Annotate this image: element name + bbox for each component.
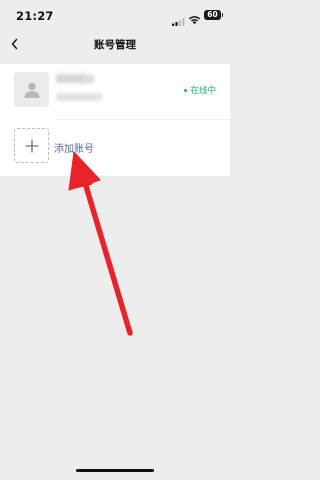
person-icon <box>24 82 39 98</box>
page-title: 账号管理 <box>94 39 136 51</box>
nav-bar: 账号管理 <box>0 30 230 58</box>
home-indicator[interactable] <box>76 469 154 472</box>
add-account-label: 添加账号 <box>54 144 94 155</box>
account-item[interactable]: 在线中 <box>0 64 230 119</box>
wifi-icon <box>188 10 201 29</box>
status-label: 在线中 <box>190 86 216 96</box>
account-list: 在线中 添加账号 <box>0 64 230 176</box>
status-time: 21:27 <box>16 9 54 23</box>
battery-icon: 60 <box>204 10 223 20</box>
plus-icon <box>24 138 39 153</box>
account-name-redacted-2 <box>82 75 94 83</box>
account-id-redacted <box>56 93 102 101</box>
signal-icon <box>172 11 185 30</box>
status-badge: 在线中 <box>184 84 216 96</box>
avatar <box>14 72 49 107</box>
add-box <box>14 128 49 163</box>
add-account-button[interactable]: 添加账号 <box>0 120 230 176</box>
status-bar: 21:27 60 <box>0 0 230 30</box>
online-dot-icon <box>184 88 188 92</box>
